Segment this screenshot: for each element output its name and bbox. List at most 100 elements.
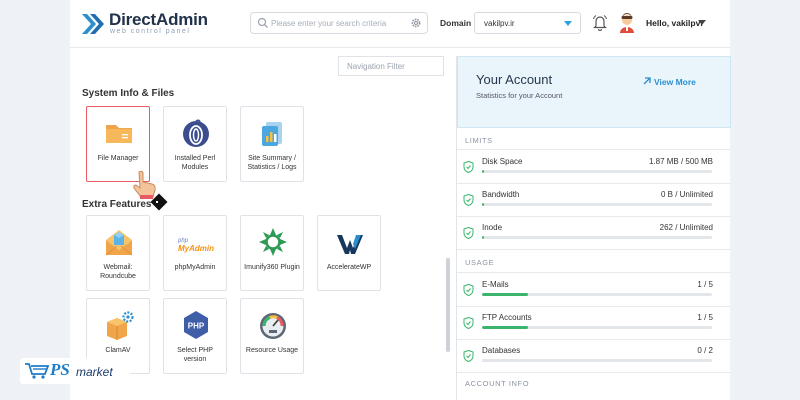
svg-text:PHP: PHP [188, 322, 205, 331]
account-title: Your Account [476, 72, 553, 87]
domain-label: Domain [440, 18, 472, 28]
folder-icon [106, 125, 132, 143]
your-account-card: Your Account Statistics for your Account… [457, 56, 731, 128]
stat-name: E-Mails [482, 280, 509, 289]
stat-value: 262 / Unlimited [659, 223, 713, 232]
tile-site-summary[interactable]: Site Summary / Statistics / Logs [240, 106, 304, 182]
tile-imunify360[interactable]: Imunify360 Plugin [240, 215, 304, 291]
statistics-icon [262, 122, 282, 146]
brand-title: DirectAdmin [109, 10, 208, 29]
shield-check-icon [463, 227, 474, 239]
gauge-icon [260, 313, 286, 339]
section-title-system-info: System Info & Files [82, 88, 175, 99]
progress-fill [482, 203, 485, 206]
user-menu-chevron-icon[interactable] [698, 20, 706, 25]
shopping-cart-icon [25, 363, 50, 379]
domain-select-value: vakilpv.ir [484, 19, 515, 28]
shield-check-icon [463, 350, 474, 362]
search-icon [257, 17, 268, 28]
stat-name: FTP Accounts [482, 313, 532, 322]
shield-check-icon [463, 284, 474, 296]
user-greeting[interactable]: Hello, vakilpvi [646, 18, 703, 28]
perl-onion-icon [183, 119, 209, 147]
tile-label: Installed Perl Modules [174, 155, 216, 171]
progress-bar [482, 326, 712, 329]
notification-bell-icon[interactable] [592, 14, 608, 32]
tile-webmail-roundcube[interactable]: Webmail: Roundcube [86, 215, 150, 291]
account-subtitle: Statistics for your Account [476, 91, 563, 100]
acceleratewp-icon [337, 235, 363, 254]
shield-check-icon [463, 194, 474, 206]
view-more-link[interactable]: View More [642, 77, 696, 87]
stat-ftp-accounts: FTP Accounts 1 / 5 [457, 308, 731, 341]
tile-label: ClamAV [105, 347, 131, 354]
stat-value: 0 B / Unlimited [660, 190, 713, 199]
shield-check-icon [463, 317, 474, 329]
stat-name: Databases [482, 346, 521, 355]
search-input[interactable] [271, 15, 403, 31]
stat-name: Bandwidth [482, 190, 520, 199]
progress-bar [482, 170, 712, 173]
progress-bar [482, 293, 712, 296]
tile-label: Resource Usage [245, 347, 299, 354]
shield-check-icon [463, 161, 474, 173]
tile-label: Select PHP version [177, 347, 213, 363]
watermark-ps: PS [50, 360, 70, 379]
view-more-label: View More [654, 77, 696, 87]
tile-select-php-version[interactable]: PHP Select PHP version [163, 298, 227, 374]
navigation-filter-input[interactable] [338, 56, 444, 76]
stat-value: 1.87 MB / 500 MB [648, 157, 713, 166]
tile-label: Webmail: Roundcube [100, 264, 136, 280]
app-window: DirectAdmin web control panel Domain vak… [70, 0, 731, 400]
stat-emails: E-Mails 1 / 5 [457, 275, 731, 308]
progress-fill [482, 293, 528, 296]
domain-select[interactable]: vakilpv.ir [474, 12, 581, 34]
clamav-box-icon [107, 311, 134, 340]
divider [457, 306, 731, 307]
tile-label: File Manager [97, 155, 139, 162]
psmarket-watermark: PS market [20, 358, 130, 384]
directadmin-logo-icon [82, 14, 104, 34]
progress-bar [482, 203, 712, 206]
tile-resource-usage[interactable]: Resource Usage [240, 298, 304, 374]
progress-bar [482, 236, 712, 239]
tile-label: Imunify360 Plugin [244, 264, 300, 271]
progress-fill [482, 170, 485, 173]
stat-databases: Databases 0 / 2 [457, 341, 731, 374]
account-info-label: ACCOUNT INFO [465, 379, 530, 388]
stat-value: 1 / 5 [697, 313, 713, 322]
divider [457, 372, 731, 373]
phpmyadmin-icon: php MyAdmin [178, 238, 218, 258]
stat-disk-space: Disk Space 1.87 MB / 500 MB [457, 152, 731, 185]
brand-logo[interactable]: DirectAdmin web control panel [82, 9, 212, 39]
tile-label: phpMyAdmin [174, 264, 216, 271]
progress-fill [482, 236, 485, 239]
gear-icon[interactable] [410, 17, 422, 29]
progress-fill [482, 326, 528, 329]
stat-value: 0 / 2 [697, 346, 713, 355]
tile-acceleratewp[interactable]: AccelerateWP [317, 215, 381, 291]
tooltip-marker-icon [150, 193, 168, 211]
chevron-down-icon [564, 21, 572, 26]
imunify-icon [259, 228, 287, 256]
divider [457, 149, 731, 150]
user-avatar-icon[interactable] [618, 13, 636, 33]
divider [457, 183, 731, 184]
tile-label: Site Summary / Statistics / Logs [247, 155, 297, 171]
external-link-icon [643, 77, 651, 85]
tile-label: AccelerateWP [326, 264, 372, 271]
divider [457, 249, 731, 250]
tile-installed-perl-modules[interactable]: Installed Perl Modules [163, 106, 227, 182]
divider [457, 272, 731, 273]
roundcube-icon [105, 230, 133, 256]
stat-name: Disk Space [482, 157, 523, 166]
stat-inode: Inode 262 / Unlimited [457, 218, 731, 251]
stat-bandwidth: Bandwidth 0 B / Unlimited [457, 185, 731, 218]
brand-subtitle: web control panel [110, 28, 191, 35]
tile-phpmyadmin[interactable]: php MyAdmin phpMyAdmin [163, 215, 227, 291]
usage-label: USAGE [465, 258, 495, 267]
watermark-market: market [76, 365, 113, 379]
divider [457, 216, 731, 217]
left-scrollbar-thumb[interactable] [446, 258, 450, 352]
progress-bar [482, 359, 712, 362]
